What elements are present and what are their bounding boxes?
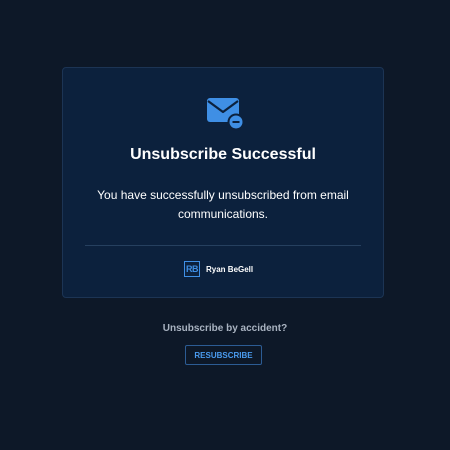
brand-logo: RB [184,261,200,277]
brand: RB Ryan BeGell [184,260,253,278]
confirmation-message: You have successfully unsubscribed from … [97,188,349,221]
divider [85,245,361,246]
page-title: Unsubscribe Successful [130,146,316,163]
unsubscribe-card: Unsubscribe Successful You have successf… [62,67,384,298]
brand-name: Ryan BeGell [206,264,254,274]
page: Unsubscribe Successful You have successf… [0,0,450,450]
accident-prompt: Unsubscribe by accident? [162,323,288,334]
resubscribe-button[interactable]: RESUBSCRIBE [185,345,262,365]
envelope-minus-icon [207,98,245,131]
